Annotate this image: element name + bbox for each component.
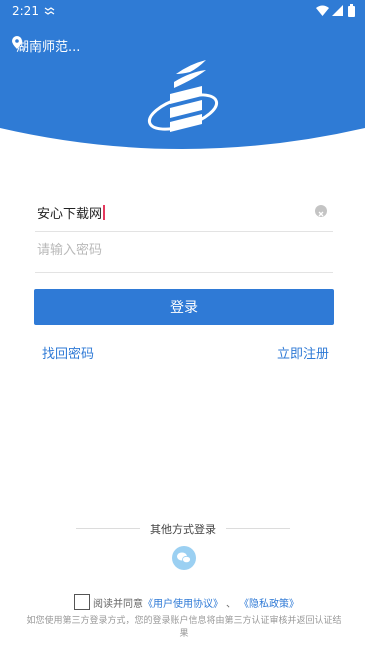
location-label: 湖南师范... xyxy=(16,40,81,55)
status-time: 2:21 xyxy=(12,4,39,18)
header-banner: 2:21 湖南师范... xyxy=(0,0,365,170)
agreement-prefix: 阅读并同意 xyxy=(93,598,143,610)
location-selector[interactable]: 湖南师范... xyxy=(12,36,80,55)
agree-checkbox[interactable] xyxy=(74,594,90,610)
clear-input-icon[interactable] xyxy=(315,205,327,217)
other-login-divider: 其他方式登录 xyxy=(76,521,290,537)
wechat-login-icon[interactable] xyxy=(172,546,196,570)
login-button[interactable]: 登录 xyxy=(34,289,334,325)
register-link[interactable]: 立即注册 xyxy=(277,343,329,362)
third-party-notice: 如您使用第三方登录方式，您的登录账户信息将由第三方认证审核并返回认证结果 xyxy=(26,616,342,639)
agreement-separator: 、 xyxy=(226,598,236,610)
status-bar: 2:21 xyxy=(0,0,365,24)
divider-right xyxy=(226,528,290,529)
privacy-policy-link[interactable]: 《隐私政策》 xyxy=(239,595,299,610)
other-login-label: 其他方式登录 xyxy=(150,523,216,536)
username-field[interactable]: 安心下载网 xyxy=(35,191,333,232)
username-value-wrap: 安心下载网 xyxy=(37,203,106,222)
text-cursor xyxy=(103,205,106,220)
user-agreement-link[interactable]: 《用户使用协议》 xyxy=(143,595,223,610)
agreement-row: 阅读并同意 《用户使用协议》 、 《隐私政策》 xyxy=(74,593,299,611)
password-input[interactable] xyxy=(35,242,299,257)
app-logo xyxy=(146,60,221,140)
username-value: 安心下载网 xyxy=(37,207,103,222)
password-field[interactable] xyxy=(35,232,333,273)
forgot-password-link[interactable]: 找回密码 xyxy=(42,343,94,362)
